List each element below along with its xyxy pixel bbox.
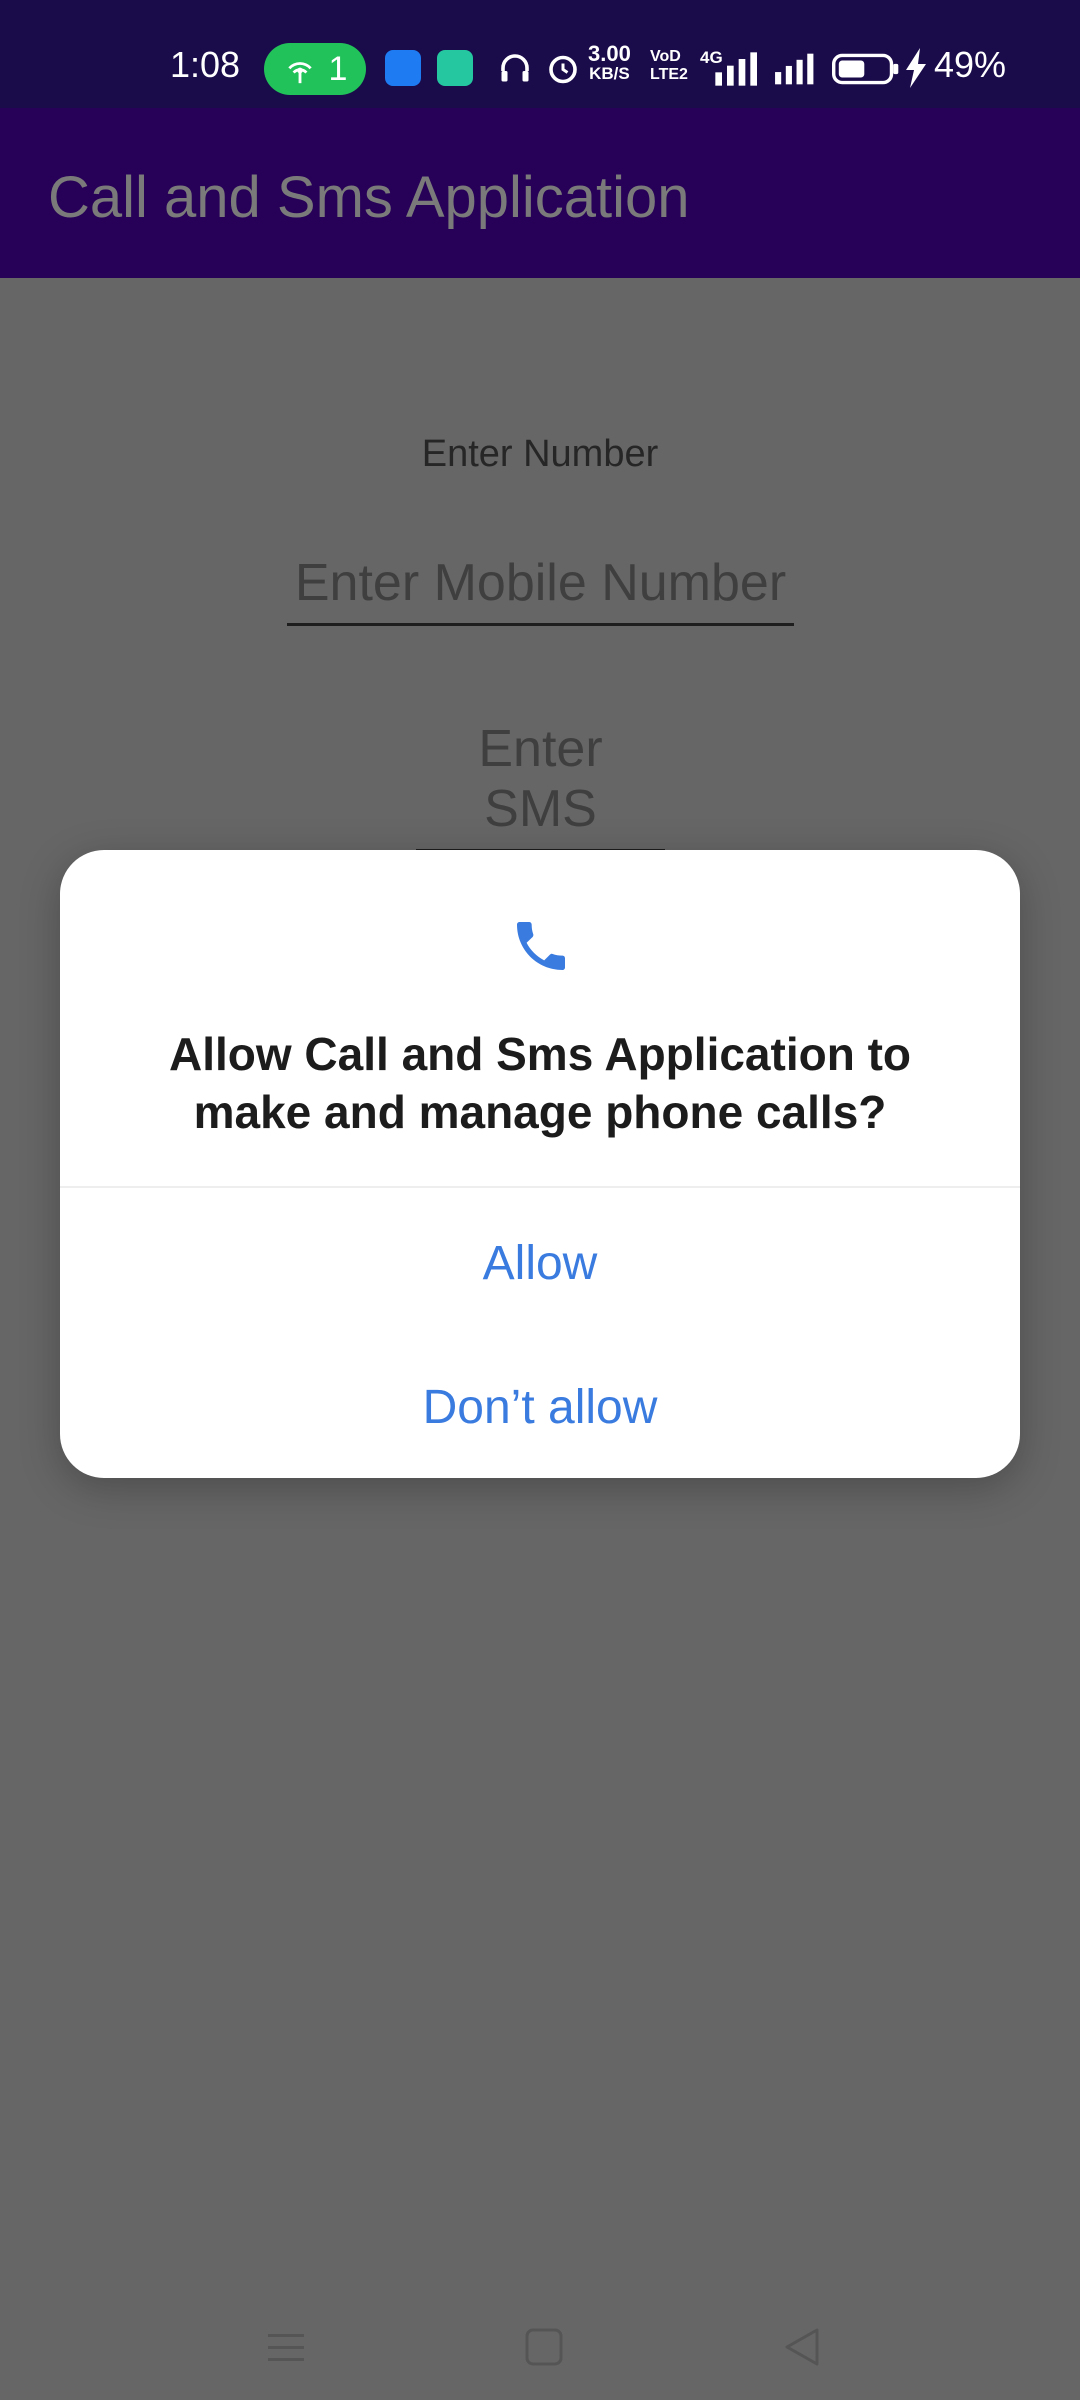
- signal-icon: [775, 53, 814, 85]
- volte-indicator: VoD LTE2: [650, 48, 688, 83]
- alarm-icon: [549, 55, 577, 84]
- clock: 1:08: [170, 44, 241, 85]
- charging-bolt-icon: [906, 48, 926, 88]
- back-icon[interactable]: [782, 2326, 822, 2368]
- app-bar: Call and Sms Application: [0, 108, 1080, 278]
- headphones-icon: [501, 54, 529, 82]
- android-app-icon: [385, 50, 421, 86]
- sms-input[interactable]: Enter SMS: [416, 719, 665, 852]
- allow-button[interactable]: Allow: [60, 1204, 1020, 1324]
- status-bar: 1:08 1 3.00 KB/S VoD LTE2 4G 49%: [0, 0, 1080, 108]
- permission-dialog: Allow Call and Sms Application to make a…: [60, 850, 1020, 1478]
- hotspot-count: 1: [328, 49, 348, 88]
- hotspot-indicator: 1: [264, 43, 366, 95]
- hotspot-icon: [287, 62, 312, 84]
- phone-icon: [517, 922, 565, 970]
- battery-icon: [832, 53, 899, 85]
- mobile-number-input[interactable]: Enter Mobile Number: [287, 553, 794, 626]
- dont-allow-button[interactable]: Don’t allow: [60, 1348, 1020, 1468]
- menu-icon[interactable]: [266, 2328, 306, 2368]
- battery-saver-app-icon: [437, 50, 473, 86]
- home-icon[interactable]: [524, 2326, 564, 2368]
- enter-number-label: Enter Number: [421, 433, 659, 475]
- dialog-message: Allow Call and Sms Application to make a…: [168, 1028, 912, 1138]
- app-title: Call and Sms Application: [48, 165, 690, 230]
- battery-percent: 49%: [934, 44, 1007, 85]
- dialog-divider: [60, 1186, 1020, 1188]
- signal-icon: [715, 52, 757, 86]
- net-speed: 3.00 KB/S: [588, 41, 631, 84]
